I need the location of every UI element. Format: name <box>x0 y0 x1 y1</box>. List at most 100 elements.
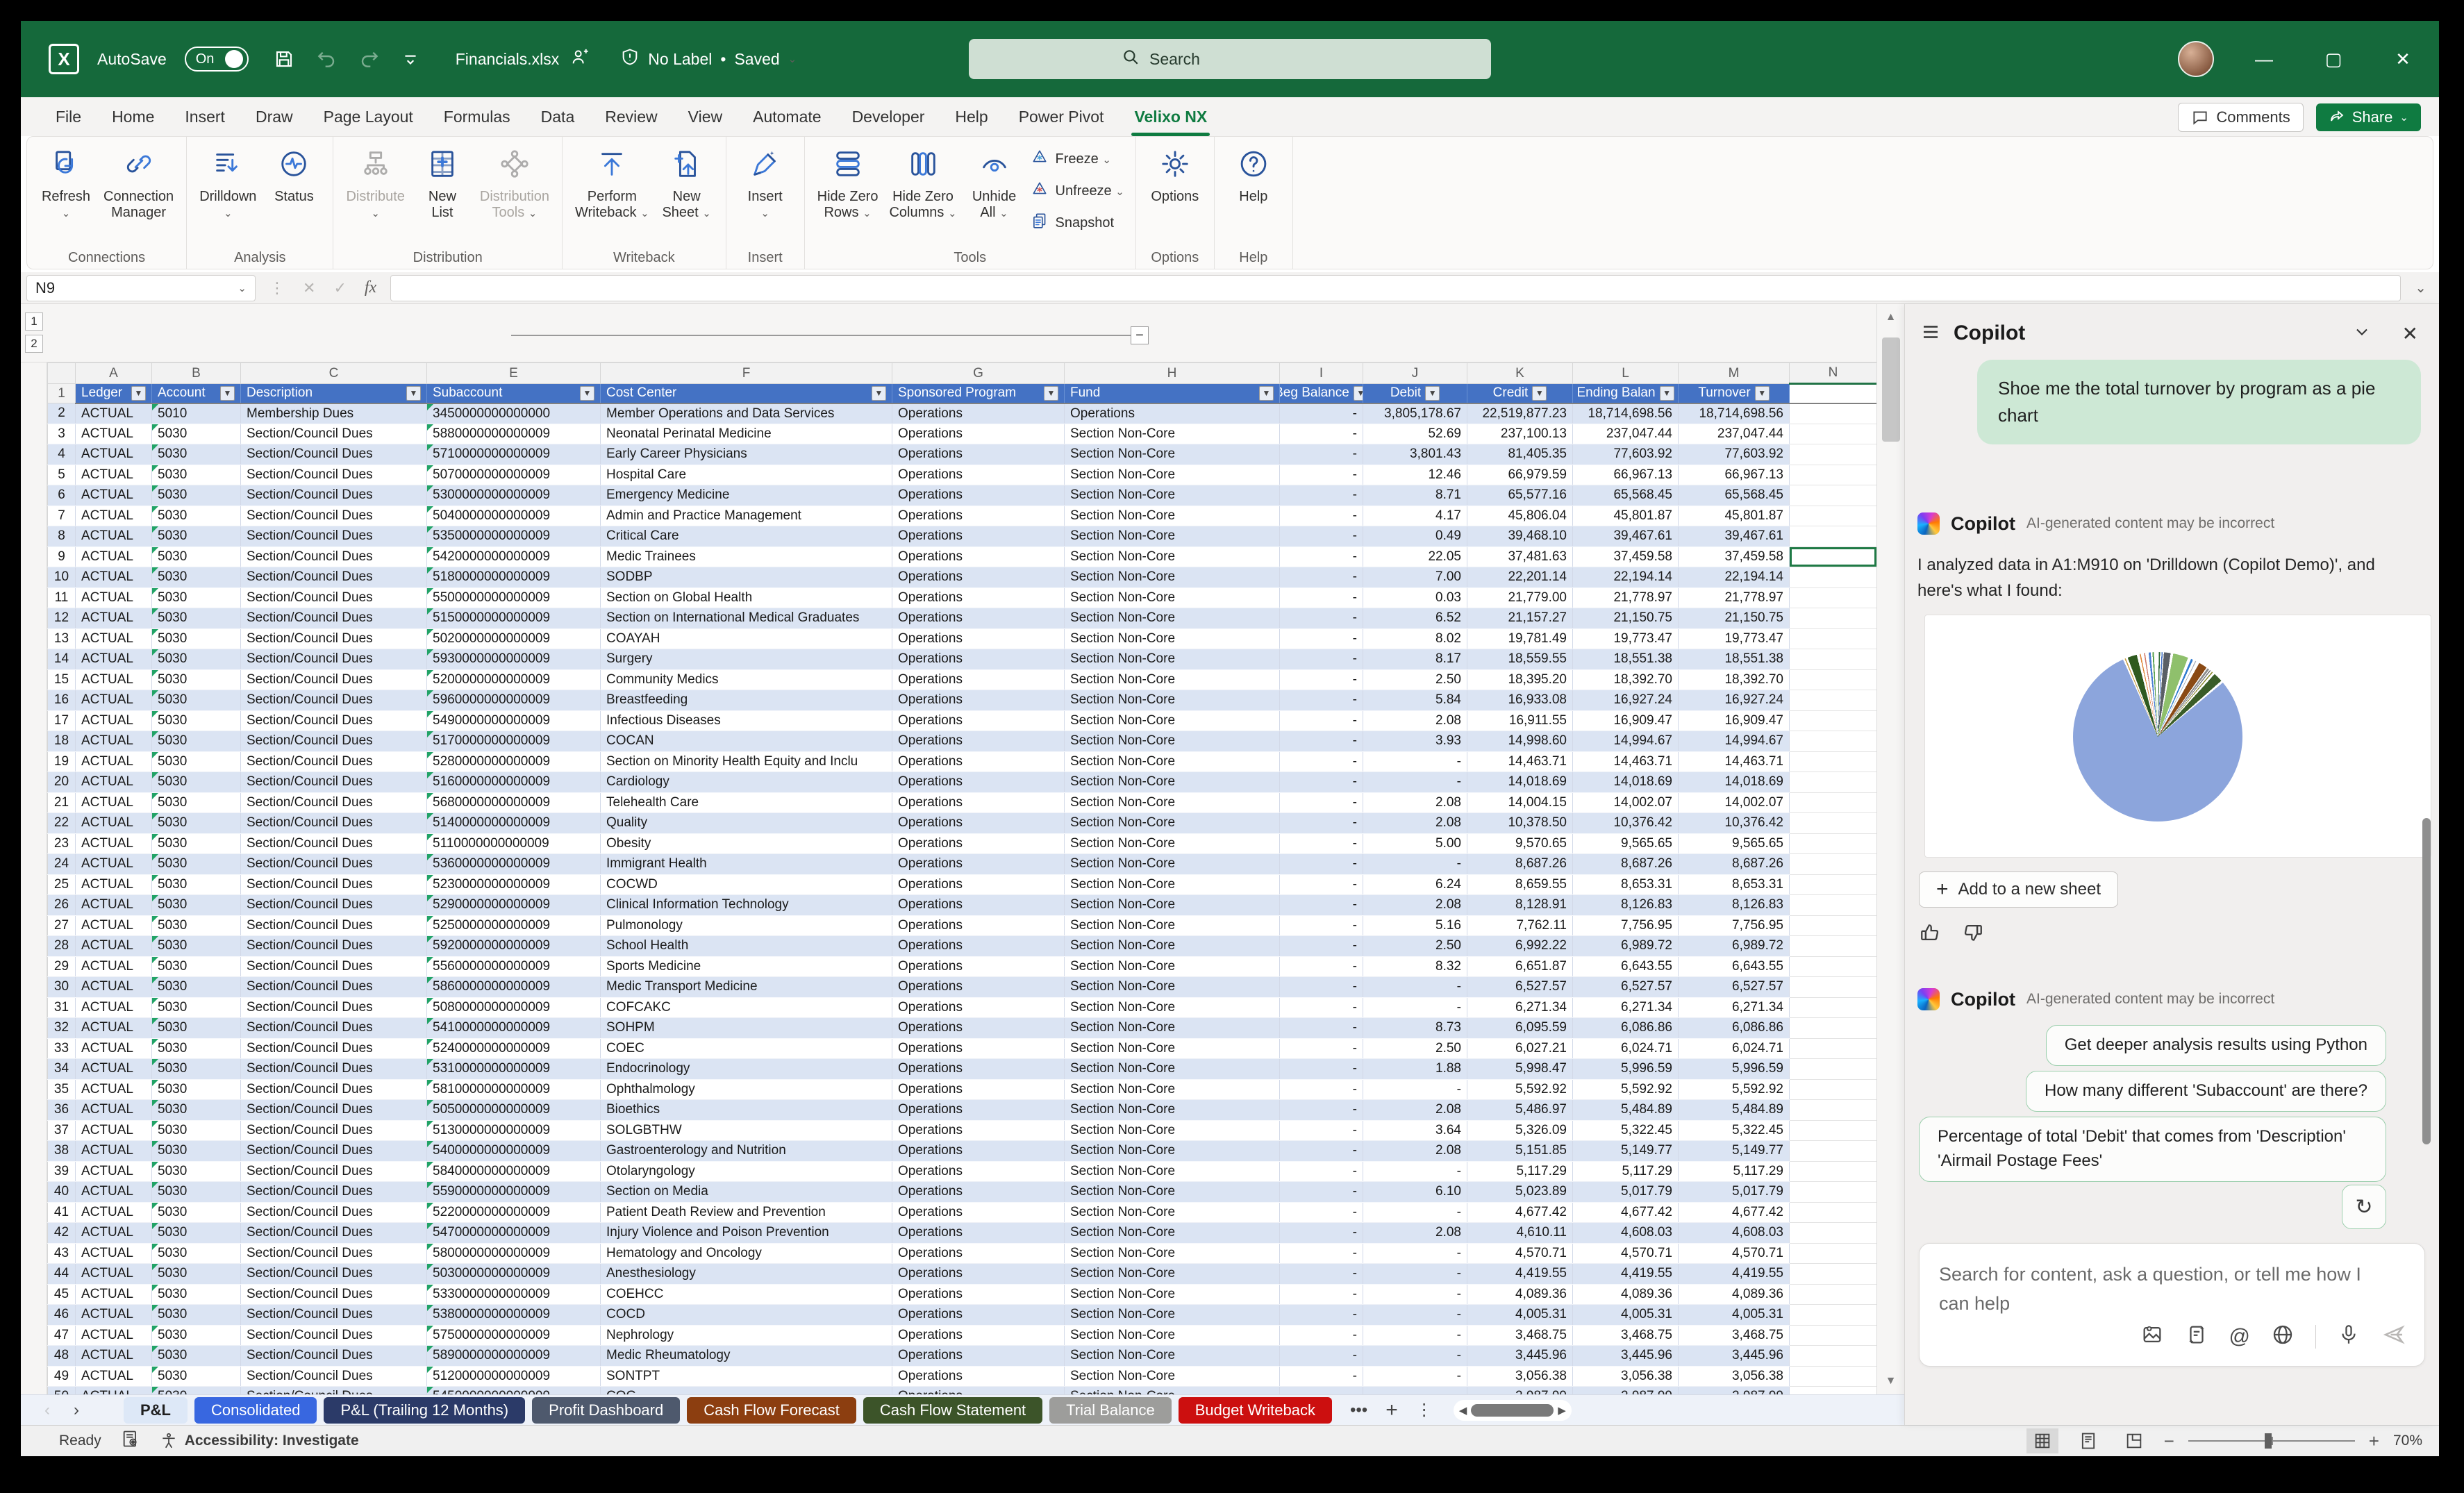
row-header-14[interactable]: 14 <box>48 649 76 670</box>
cell[interactable]: Operations <box>892 608 1065 629</box>
cell[interactable]: 10,376.42 <box>1679 813 1790 834</box>
cell[interactable]: 2.08 <box>1363 1141 1467 1162</box>
cell[interactable]: Section/Council Dues <box>241 1120 427 1141</box>
cell[interactable]: 5030 <box>152 1325 241 1346</box>
table-header-beg-balance[interactable]: Beg Balance▼ <box>1280 384 1363 403</box>
cell[interactable]: 6,027.21 <box>1467 1038 1573 1059</box>
table-header-turnover[interactable]: Turnover▼ <box>1679 384 1790 403</box>
cell[interactable]: ACTUAL <box>76 690 152 711</box>
cell[interactable] <box>1790 997 1877 1018</box>
cell[interactable]: 5,326.09 <box>1467 1120 1573 1141</box>
cell[interactable]: 5860000000000009 <box>427 977 601 998</box>
cancel-formula-icon[interactable]: ✕ <box>303 279 315 297</box>
cell[interactable]: ACTUAL <box>76 403 152 424</box>
cell[interactable]: 5130000000000009 <box>427 1120 601 1141</box>
cell[interactable]: 3,468.75 <box>1467 1325 1573 1346</box>
cell[interactable]: 21,778.97 <box>1573 587 1679 608</box>
scroll-up-icon[interactable]: ▲ <box>1877 311 1904 324</box>
cell[interactable]: ACTUAL <box>76 465 152 485</box>
cell[interactable]: 5890000000000009 <box>427 1346 601 1367</box>
cell[interactable]: Section Non-Core <box>1065 1202 1280 1223</box>
cell[interactable]: 22,201.14 <box>1467 567 1573 588</box>
cell[interactable]: SOLGBTHW <box>601 1120 892 1141</box>
cell[interactable]: Admin and Practice Management <box>601 506 892 526</box>
row-header-35[interactable]: 35 <box>48 1079 76 1100</box>
cell[interactable]: 5200000000000009 <box>427 669 601 690</box>
cell[interactable]: 6,095.59 <box>1467 1018 1573 1039</box>
cell[interactable]: 5030 <box>152 1120 241 1141</box>
cell[interactable]: 4,005.31 <box>1467 1305 1573 1326</box>
cell[interactable]: 5.16 <box>1363 915 1467 936</box>
cell[interactable]: 5030 <box>152 1223 241 1244</box>
cell[interactable]: Section/Council Dues <box>241 915 427 936</box>
cell[interactable]: 18,714,698.56 <box>1679 403 1790 424</box>
cell[interactable]: ACTUAL <box>76 1325 152 1346</box>
cell[interactable]: Operations <box>892 915 1065 936</box>
cell[interactable]: Breastfeeding <box>601 690 892 711</box>
cell[interactable]: Section/Council Dues <box>241 1243 427 1264</box>
cell[interactable]: Section on International Medical Graduat… <box>601 608 892 629</box>
cell[interactable] <box>1790 1264 1877 1285</box>
cell[interactable]: 5,322.45 <box>1573 1120 1679 1141</box>
cell[interactable]: ACTUAL <box>76 874 152 895</box>
sheet-tab-consolidated[interactable]: Consolidated <box>194 1397 317 1424</box>
cell[interactable]: Operations <box>892 1284 1065 1305</box>
ribbon-tab-help[interactable]: Help <box>940 97 1003 136</box>
snapshot-button[interactable]: Snapshot <box>1026 210 1129 235</box>
cell[interactable]: 5030 <box>152 1243 241 1264</box>
cell[interactable]: 37,459.58 <box>1573 547 1679 567</box>
zoom-slider[interactable] <box>2188 1428 2355 1453</box>
cell[interactable]: 6,086.86 <box>1679 1018 1790 1039</box>
cell[interactable]: Section/Council Dues <box>241 1366 427 1387</box>
cell[interactable]: ACTUAL <box>76 1018 152 1039</box>
row-header-28[interactable]: 28 <box>48 936 76 957</box>
cell[interactable]: 2.08 <box>1363 1100 1467 1121</box>
cell[interactable]: 37,459.58 <box>1679 547 1790 567</box>
cell[interactable]: Operations <box>892 1366 1065 1387</box>
cell[interactable]: 5,592.92 <box>1467 1079 1573 1100</box>
cell[interactable]: - <box>1280 465 1363 485</box>
cell[interactable]: 4,608.03 <box>1573 1223 1679 1244</box>
cell[interactable]: ACTUAL <box>76 547 152 567</box>
table-header-ledger[interactable]: Ledger▼ <box>76 384 152 403</box>
cell[interactable]: 5,592.92 <box>1573 1079 1679 1100</box>
cell[interactable]: Operations <box>892 731 1065 752</box>
cell[interactable]: 5030 <box>152 1100 241 1121</box>
cell[interactable]: Operations <box>892 1100 1065 1121</box>
row-header-29[interactable]: 29 <box>48 956 76 977</box>
cell[interactable]: ACTUAL <box>76 792 152 813</box>
cell[interactable]: Bioethics <box>601 1100 892 1121</box>
cell[interactable]: 5080000000000009 <box>427 997 601 1018</box>
cell[interactable] <box>1790 485 1877 506</box>
cell[interactable]: 2.08 <box>1363 710 1467 731</box>
cell[interactable]: Section Non-Core <box>1065 1243 1280 1264</box>
cell[interactable]: Operations <box>892 1346 1065 1367</box>
select-all-corner[interactable] <box>48 363 76 384</box>
row-header-38[interactable]: 38 <box>48 1141 76 1162</box>
cell[interactable]: 5330000000000009 <box>427 1284 601 1305</box>
help-button[interactable]: Help <box>1222 144 1285 205</box>
cell[interactable]: Operations <box>892 997 1065 1018</box>
user-avatar[interactable] <box>2178 41 2214 77</box>
row-header-1[interactable]: 1 <box>48 384 76 403</box>
cell[interactable]: 2.08 <box>1363 895 1467 916</box>
copilot-input[interactable]: Search for content, ask a question, or t… <box>1919 1243 2425 1367</box>
macro-record-icon[interactable] <box>121 1429 140 1453</box>
column-header-N[interactable]: N <box>1790 363 1877 384</box>
cell[interactable]: 9,565.65 <box>1679 833 1790 854</box>
cell[interactable]: - <box>1280 813 1363 834</box>
row-header-26[interactable]: 26 <box>48 895 76 916</box>
cell[interactable]: 5030 <box>152 956 241 977</box>
cell[interactable]: Operations <box>892 1243 1065 1264</box>
save-icon[interactable] <box>274 49 294 69</box>
cell[interactable]: - <box>1280 1161 1363 1182</box>
cell[interactable]: Section/Council Dues <box>241 1284 427 1305</box>
cell[interactable]: 5230000000000009 <box>427 874 601 895</box>
cell[interactable]: 39,467.61 <box>1679 526 1790 547</box>
cell[interactable]: ACTUAL <box>76 751 152 772</box>
column-header-G[interactable]: G <box>892 363 1065 384</box>
cell[interactable]: School Health <box>601 936 892 957</box>
mention-icon[interactable]: @ <box>2229 1325 2250 1349</box>
cell[interactable]: 5840000000000009 <box>427 1161 601 1182</box>
cell[interactable]: 9,565.65 <box>1573 833 1679 854</box>
